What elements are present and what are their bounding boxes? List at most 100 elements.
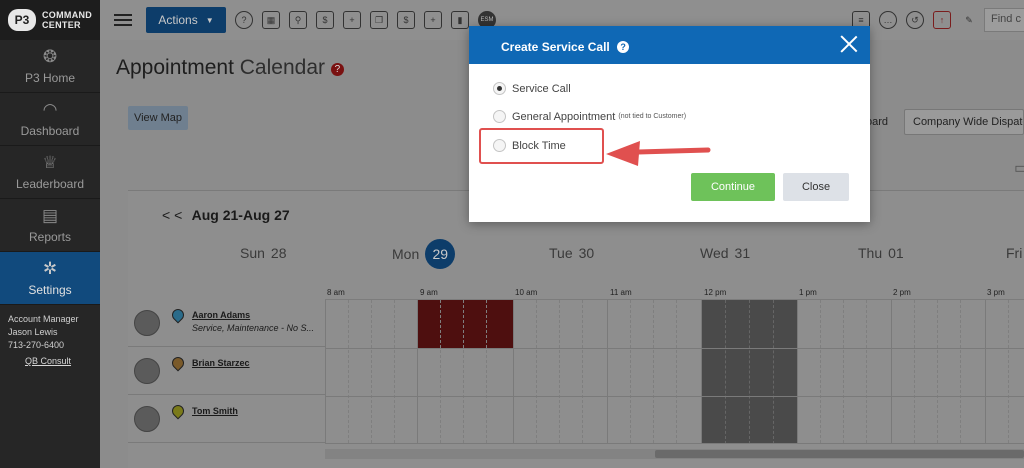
radio-button[interactable] xyxy=(493,110,506,123)
bar-chart-icon[interactable]: ▮ xyxy=(451,11,469,29)
find-input[interactable]: Find c xyxy=(984,8,1024,32)
edit-icon[interactable]: ✎ xyxy=(960,11,978,29)
report-icon: ▤ xyxy=(41,206,59,225)
schedule-grid[interactable]: 8 am 9 am 10 am 11 am 12 pm 1 pm 2 pm 3 … xyxy=(325,288,1024,444)
create-service-call-dialog: Create Service Call ? Service Call Gener… xyxy=(469,26,870,222)
service-search-icon[interactable]: $ xyxy=(316,11,334,29)
day-name: Thu xyxy=(858,245,883,261)
hour-label: 12 pm xyxy=(704,288,727,297)
map-pin-icon xyxy=(169,354,187,372)
actions-dropdown-button[interactable]: Actions ▼ xyxy=(146,7,226,33)
logo-line-2: CENTER xyxy=(42,20,81,30)
hour-label: 9 am xyxy=(420,288,438,297)
option-note: (not tied to Customer) xyxy=(618,113,687,120)
invoice-add-icon[interactable]: $ xyxy=(397,11,415,29)
day-num: 30 xyxy=(578,245,595,261)
p3-home-icon: ❂ xyxy=(42,47,58,66)
sidebar: P3 COMMAND CENTER ❂ P3 Home ◠ Dashboard … xyxy=(0,0,100,468)
day-header-mon[interactable]: Mon 29 xyxy=(392,239,456,269)
sidebar-item-reports[interactable]: ▤ Reports xyxy=(0,199,100,252)
dialog-header: Create Service Call ? xyxy=(469,26,870,64)
technician-row: Tom Smith xyxy=(128,395,325,443)
sidebar-item-label: Settings xyxy=(28,283,72,297)
hour-label: 1 pm xyxy=(799,288,817,297)
logo-badge: P3 xyxy=(8,9,36,31)
technician-name[interactable]: Tom Smith xyxy=(192,406,238,416)
help-badge-icon[interactable]: ? xyxy=(330,63,344,76)
help-icon[interactable]: ? xyxy=(617,41,630,53)
sidebar-item-p3-home[interactable]: ❂ P3 Home xyxy=(0,40,100,93)
sidebar-item-label: Leaderboard xyxy=(15,177,85,191)
radio-button[interactable] xyxy=(493,82,506,95)
map-pin-icon xyxy=(169,402,187,420)
blocked-time-block[interactable] xyxy=(701,300,797,444)
close-icon[interactable] xyxy=(840,34,858,52)
day-header-tue[interactable]: Tue 30 xyxy=(549,245,594,261)
sidebar-item-label: Dashboard xyxy=(20,124,80,138)
week-range: Aug 21-Aug 27 xyxy=(191,207,290,223)
hour-label: 11 am xyxy=(610,288,632,297)
horizontal-scrollbar[interactable] xyxy=(325,449,1024,459)
day-header-sun[interactable]: Sun 28 xyxy=(240,245,287,261)
logo-line-1: COMMAND xyxy=(42,10,93,20)
help-icon[interactable]: ? xyxy=(235,11,253,29)
customer-search-icon[interactable]: ⚲ xyxy=(289,11,307,29)
gauge-icon: ◠ xyxy=(42,100,58,119)
add-user-icon[interactable]: + xyxy=(343,11,361,29)
account-name: Jason Lewis xyxy=(8,327,58,337)
continue-button[interactable]: Continue xyxy=(691,173,775,201)
calendar-icon[interactable]: ▦ xyxy=(262,11,280,29)
page-title-sub: Calendar xyxy=(239,56,325,79)
sidebar-item-label: P3 Home xyxy=(24,71,76,85)
account-role: Account Manager xyxy=(8,314,79,324)
calendar-add-icon[interactable]: + xyxy=(424,11,442,29)
sidebar-item-dashboard[interactable]: ◠ Dashboard xyxy=(0,93,100,146)
option-service-call[interactable]: Service Call xyxy=(493,82,571,95)
day-name: Sun xyxy=(240,245,265,261)
technician-row: Aaron Adams Service, Maintenance - No S.… xyxy=(128,299,325,347)
prev-week-button[interactable]: < < xyxy=(162,207,182,223)
export-icon[interactable]: ↑ xyxy=(933,11,951,29)
week-nav: < < Aug 21-Aug 27 xyxy=(162,207,290,223)
sidebar-item-label: Reports xyxy=(28,230,72,244)
trophy-icon: ♕ xyxy=(42,153,58,172)
today-badge: 29 xyxy=(425,239,456,269)
comment-icon[interactable]: ▭ xyxy=(1014,158,1024,178)
scrollbar-thumb[interactable] xyxy=(655,450,1024,458)
day-header-wed[interactable]: Wed 31 xyxy=(700,245,750,261)
view-map-button[interactable]: View Map xyxy=(128,106,188,130)
copy-document-icon[interactable]: ❐ xyxy=(370,11,388,29)
day-header-fri[interactable]: Fri xyxy=(1006,245,1022,261)
day-name: Fri xyxy=(1006,245,1023,261)
close-button[interactable]: Close xyxy=(783,173,849,201)
hour-label: 8 am xyxy=(327,288,345,297)
annotation-highlight-box xyxy=(479,128,604,164)
account-info: Account Manager Jason Lewis 713-270-6400… xyxy=(0,305,100,368)
option-label: General Appointment xyxy=(512,110,616,123)
day-header-thu[interactable]: Thu 01 xyxy=(858,245,904,261)
menu-icon[interactable] xyxy=(114,11,132,29)
day-name: Mon xyxy=(392,246,420,262)
option-general-appointment[interactable]: General Appointment (not tied to Custome… xyxy=(493,110,686,123)
dialog-title: Create Service Call xyxy=(501,40,610,54)
sidebar-item-leaderboard[interactable]: ♕ Leaderboard xyxy=(0,146,100,199)
account-phone: 713-270-6400 xyxy=(8,340,65,350)
technician-name[interactable]: Aaron Adams xyxy=(192,310,250,320)
hour-label: 10 am xyxy=(515,288,538,297)
option-label: Service Call xyxy=(512,82,571,95)
technician-name[interactable]: Brian Starzec xyxy=(192,358,250,368)
avatar xyxy=(134,406,160,432)
calendar: < < Aug 21-Aug 27 Sun 28 Mon 29 Tue 30 Wed 3… xyxy=(128,190,1024,468)
brand-logo[interactable]: P3 COMMAND CENTER xyxy=(0,0,100,40)
history-icon[interactable]: ↺ xyxy=(906,11,924,29)
day-num: 01 xyxy=(888,245,904,261)
page-title-main: Appointment xyxy=(116,56,234,79)
map-pin-icon xyxy=(169,306,187,324)
qb-consult-link[interactable]: QB Consult xyxy=(25,355,100,368)
chat-icon[interactable]: … xyxy=(879,11,897,29)
actions-label: Actions xyxy=(158,13,198,27)
dispatch-select[interactable]: Company Wide Dispatch xyxy=(904,109,1024,135)
appointment-block[interactable] xyxy=(417,300,513,348)
sidebar-item-settings[interactable]: ✲ Settings xyxy=(0,252,100,305)
hour-label: 3 pm xyxy=(987,288,1005,297)
